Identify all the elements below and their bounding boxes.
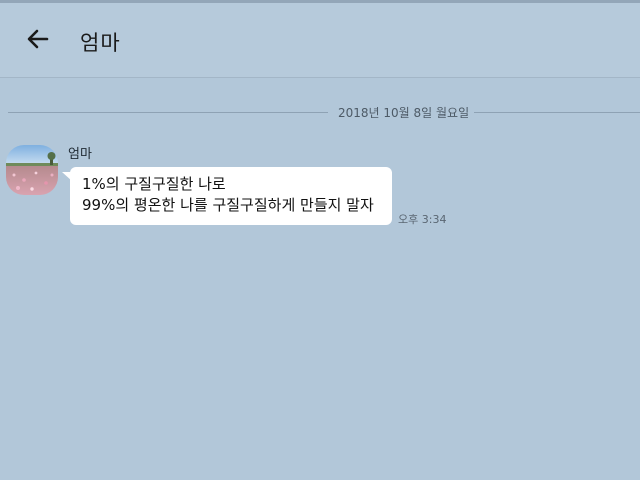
message-line-1: 1%의 구질구질한 나로	[82, 175, 226, 193]
arrow-left-icon	[25, 26, 51, 56]
chat-header: 엄마	[0, 3, 640, 78]
message-timestamp: 오후 3:34	[398, 213, 447, 226]
date-label: 2018년 10월 8일 월요일	[338, 106, 470, 120]
sender-name: 엄마	[68, 147, 92, 162]
divider-line-left	[8, 112, 328, 113]
date-divider: 2018년 10월 8일 월요일	[8, 102, 640, 122]
message-bubble[interactable]: 1%의 구질구질한 나로 99%의 평온한 나를 구질구질하게 만들지 말자	[70, 167, 392, 225]
message-line-2: 99%의 평온한 나를 구질구질하게 만들지 말자	[82, 196, 374, 214]
chat-title: 엄마	[80, 31, 121, 55]
divider-line-right	[474, 112, 640, 113]
avatar[interactable]	[6, 145, 58, 195]
back-button[interactable]	[20, 25, 56, 57]
